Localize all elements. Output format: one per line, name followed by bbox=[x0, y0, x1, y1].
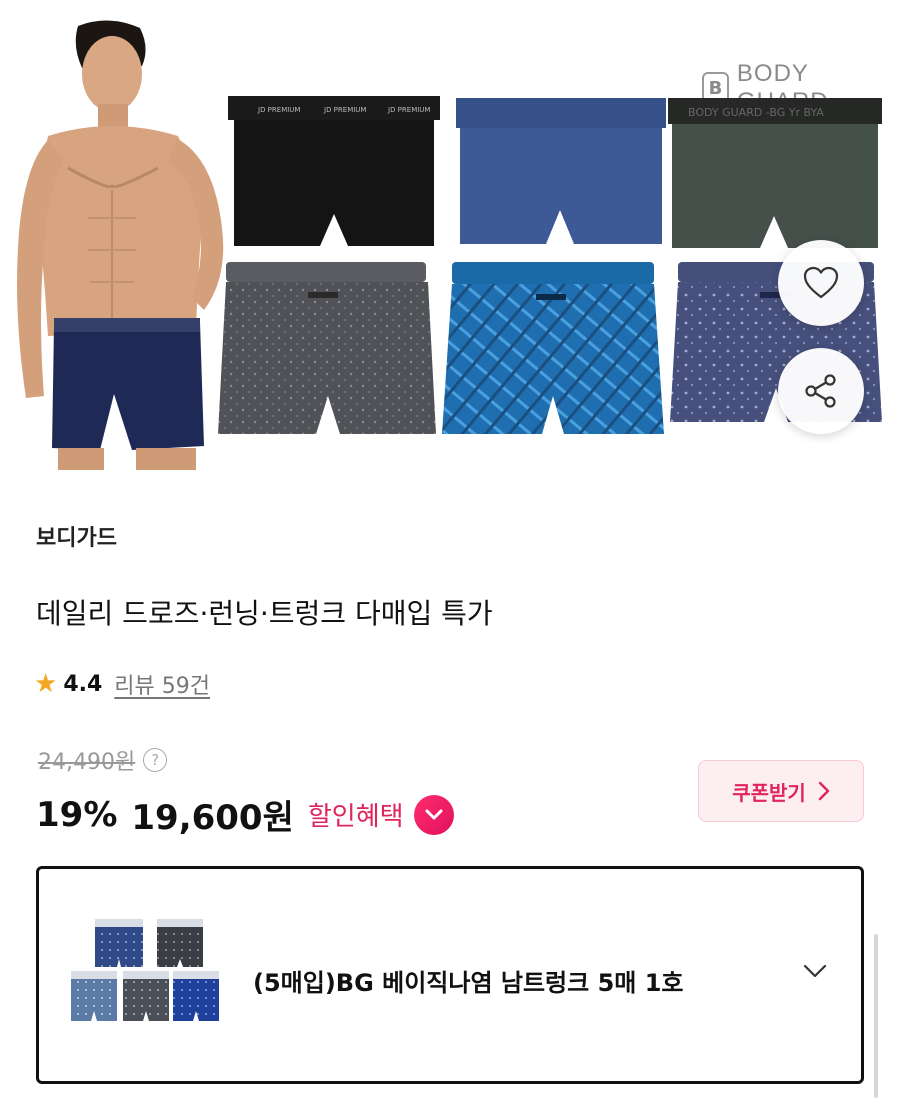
original-price-row: 24,490원 ? bbox=[38, 744, 168, 776]
svg-text:JD PREMIUM: JD PREMIUM bbox=[257, 106, 300, 114]
scrollbar[interactable] bbox=[874, 934, 878, 1098]
coupon-button[interactable]: 쿠폰받기 bbox=[698, 760, 864, 822]
discount-benefit-link[interactable]: 할인혜택 bbox=[308, 796, 404, 833]
review-count-link[interactable]: 리뷰 59건 bbox=[114, 668, 210, 700]
garment-gray-trunk bbox=[218, 262, 436, 434]
chevron-down-icon[interactable] bbox=[803, 963, 827, 979]
model-photo bbox=[17, 20, 224, 470]
wishlist-button[interactable] bbox=[778, 240, 864, 326]
chevron-right-icon bbox=[818, 781, 829, 801]
share-button[interactable] bbox=[778, 348, 864, 434]
original-price: 24,490원 bbox=[38, 750, 136, 775]
star-icon: ★ bbox=[34, 669, 58, 699]
option-selected-label: (5매입)BG 베이직나염 남트렁크 5매 1호 bbox=[253, 969, 684, 997]
garment-black-drawers: JD PREMIUM JD PREMIUM JD PREMIUM bbox=[228, 96, 440, 246]
discount-rate: 19% bbox=[36, 794, 118, 835]
option-thumbnail bbox=[71, 919, 219, 1021]
brand-link[interactable]: 보디가드 bbox=[36, 520, 117, 552]
svg-text:JD PREMIUM: JD PREMIUM bbox=[387, 106, 430, 114]
garment-green-drawers: BODY GUARD -BG Yr BYA bbox=[668, 98, 882, 248]
option-selector[interactable]: (5매입)BG 베이직나염 남트렁크 5매 1호 bbox=[36, 866, 864, 1084]
heart-icon bbox=[803, 266, 839, 299]
sale-price: 19,600원 bbox=[131, 798, 294, 838]
price-help-icon[interactable]: ? bbox=[143, 748, 168, 772]
garment-navy-drawers bbox=[456, 98, 666, 244]
svg-text:BODY GUARD -BG Yr BYA: BODY GUARD -BG Yr BYA bbox=[688, 106, 824, 119]
sale-price-row: 19% 19,600원 할인혜택 bbox=[36, 790, 454, 839]
product-title: 데일리 드로즈·런닝·트렁크 다매입 특가 bbox=[36, 597, 493, 630]
garment-blue-pattern-trunk bbox=[442, 262, 664, 434]
coupon-button-label: 쿠폰받기 bbox=[732, 780, 806, 805]
product-image-gallery[interactable]: B BODY GUARD JD PREMIUM JD PREMIUM JD PR… bbox=[0, 0, 900, 480]
rating-score: 4.4 bbox=[63, 671, 103, 697]
share-icon bbox=[805, 374, 836, 408]
rating-row: ★ 4.4 리뷰 59건 bbox=[34, 668, 210, 700]
svg-text:JD PREMIUM: JD PREMIUM bbox=[323, 106, 366, 114]
chevron-down-badge-icon[interactable] bbox=[413, 794, 454, 835]
